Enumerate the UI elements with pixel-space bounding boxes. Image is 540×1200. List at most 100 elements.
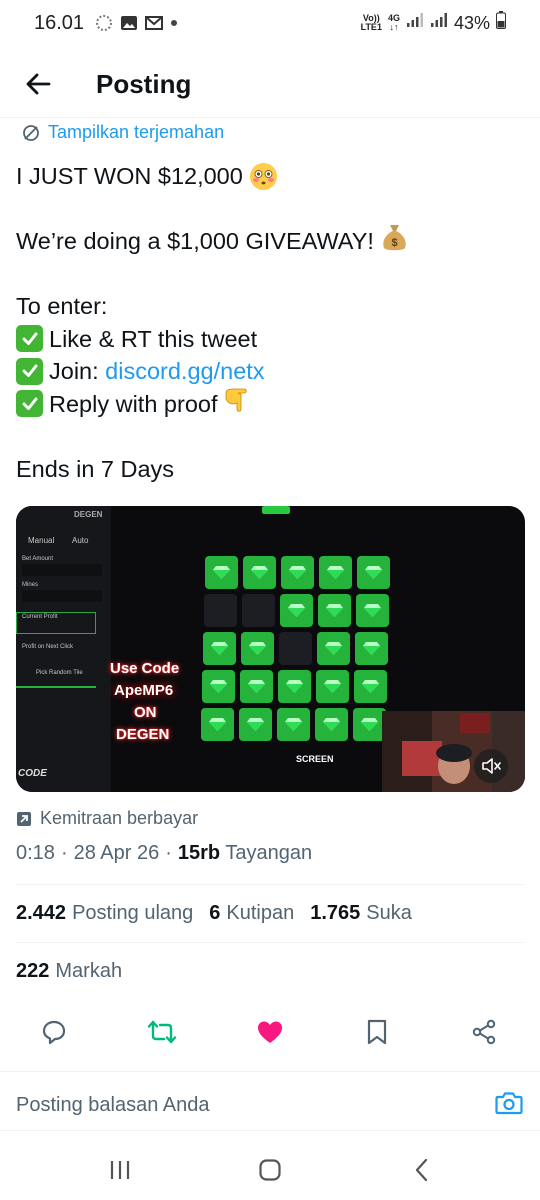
gem-tile xyxy=(357,556,390,589)
share-icon xyxy=(472,1019,496,1045)
translate-label: Tampilkan terjemahan xyxy=(48,122,225,142)
tweet-date[interactable]: 28 Apr 26 xyxy=(74,842,160,865)
gem-tile xyxy=(278,670,311,703)
header-divider xyxy=(0,117,540,118)
screen-label: SCREEN xyxy=(296,754,334,764)
signal-icon xyxy=(406,12,424,34)
likes-stat[interactable]: 1.765 Suka xyxy=(310,902,412,925)
like-button[interactable] xyxy=(248,1010,292,1054)
sync-icon xyxy=(94,13,114,33)
volte-indicator: Vo)) LTE1 xyxy=(360,13,382,32)
comment-icon xyxy=(42,1020,66,1045)
battery-icon xyxy=(496,11,506,35)
divider xyxy=(16,942,524,943)
flushed-face-emoji xyxy=(249,162,277,190)
overlay-line-2: ApeMP6 xyxy=(114,682,174,699)
external-arrow-icon xyxy=(17,811,31,826)
status-time: 16.01 xyxy=(34,11,85,34)
gem-tile xyxy=(243,556,276,589)
reposts-stat[interactable]: 2.442 Posting ulang xyxy=(16,902,193,925)
game-side-panel: Manual Auto Bet Amount Mines Current Pro… xyxy=(16,506,111,792)
status-right: Vo)) LTE1 4G ↓↑ 43% xyxy=(361,11,506,35)
battery-percent: 43% xyxy=(453,12,490,33)
status-bar: 16.01 Vo)) LTE1 4G ↓↑ 43% xyxy=(0,0,540,46)
gem-icon xyxy=(249,642,266,655)
tweet-line-3: To enter: xyxy=(16,293,108,319)
gmail-icon xyxy=(144,15,164,31)
tweet-time[interactable]: 0:18 xyxy=(16,842,55,865)
mute-button[interactable] xyxy=(474,749,508,783)
gem-icon xyxy=(251,566,268,579)
back-nav-button[interactable] xyxy=(402,1154,442,1186)
bookmark-button[interactable] xyxy=(355,1010,399,1054)
share-button[interactable] xyxy=(462,1010,506,1054)
dot-icon xyxy=(170,19,178,27)
gem-tile xyxy=(354,670,387,703)
repost-button[interactable] xyxy=(140,1010,184,1054)
gem-tile xyxy=(277,708,310,741)
gem-tile xyxy=(316,670,349,703)
gem-tile xyxy=(203,632,236,665)
gem-icon xyxy=(361,718,378,731)
green-indicator xyxy=(262,506,290,514)
system-nav-bar xyxy=(0,1140,540,1200)
home-button[interactable] xyxy=(250,1154,290,1186)
home-icon xyxy=(259,1159,281,1181)
back-button[interactable] xyxy=(18,64,58,104)
gem-tile xyxy=(315,708,348,741)
gem-icon xyxy=(323,718,340,731)
recent-apps-button[interactable] xyxy=(100,1154,140,1186)
svg-text:$: $ xyxy=(391,237,397,249)
empty-tile xyxy=(204,594,237,627)
gem-icon xyxy=(285,718,302,731)
tweet-item-1: Like & RT this tweet xyxy=(16,323,526,356)
tweet-text: I JUST WON $12,000 We’re doing a $1,000 … xyxy=(16,160,526,485)
reply-composer[interactable]: Posting balasan Anda xyxy=(0,1071,540,1131)
bookmark-icon xyxy=(367,1019,387,1045)
quotes-stat[interactable]: 6 Kutipan xyxy=(209,902,294,925)
gem-icon xyxy=(289,566,306,579)
gem-tile xyxy=(317,632,350,665)
gem-icon xyxy=(209,718,226,731)
arrow-left-icon xyxy=(26,73,51,95)
tweet-item-2: Join: discord.gg/netx xyxy=(16,355,526,388)
gem-tile xyxy=(281,556,314,589)
camera-button[interactable] xyxy=(494,1088,524,1118)
page-title: Posting xyxy=(96,68,192,99)
gem-icon xyxy=(365,566,382,579)
gem-icon xyxy=(247,718,264,731)
speaker-muted-icon xyxy=(482,758,501,774)
gem-icon xyxy=(363,642,380,655)
views[interactable]: 15rb Tayangan xyxy=(178,842,312,865)
gem-tile xyxy=(205,556,238,589)
divider xyxy=(16,884,524,885)
reply-input[interactable]: Posting balasan Anda xyxy=(16,1094,210,1117)
signal-icon-2 xyxy=(430,12,448,34)
show-translation-link[interactable]: Tampilkan terjemahan xyxy=(22,122,224,143)
tweet-line-2: We’re doing a $1,000 GIVEAWAY! $ xyxy=(16,224,526,258)
engagement-stats: 2.442 Posting ulang 6 Kutipan 1.765 Suka xyxy=(16,902,412,925)
gallery-icon xyxy=(120,14,138,32)
gem-tile xyxy=(355,632,388,665)
video-player[interactable]: Manual Auto Bet Amount Mines Current Pro… xyxy=(16,506,525,792)
tweet-meta: 0:18 · 28 Apr 26 · 15rb Tayangan xyxy=(16,842,313,865)
gem-icon xyxy=(325,642,342,655)
bookmarks-stat[interactable]: 222 Markah xyxy=(16,960,122,983)
check-mark-icon xyxy=(16,390,43,418)
reply-button[interactable] xyxy=(32,1010,76,1054)
heart-icon xyxy=(258,1021,282,1043)
gem-icon xyxy=(362,680,379,693)
repost-icon xyxy=(147,1020,177,1044)
tweet-actions xyxy=(0,1010,540,1054)
pointing-down-emoji xyxy=(224,387,252,422)
gem-tile xyxy=(319,556,352,589)
gem-icon xyxy=(327,566,344,579)
network-type: 4G ↓↑ xyxy=(387,13,400,32)
gem-tile xyxy=(318,594,351,627)
gem-tile xyxy=(356,594,389,627)
gem-tile xyxy=(201,708,234,741)
recents-icon xyxy=(110,1161,130,1179)
empty-tile xyxy=(279,632,312,665)
discord-link[interactable]: discord.gg/netx xyxy=(105,355,264,388)
paid-partnership-label: Kemitraan berbayar xyxy=(16,808,198,829)
